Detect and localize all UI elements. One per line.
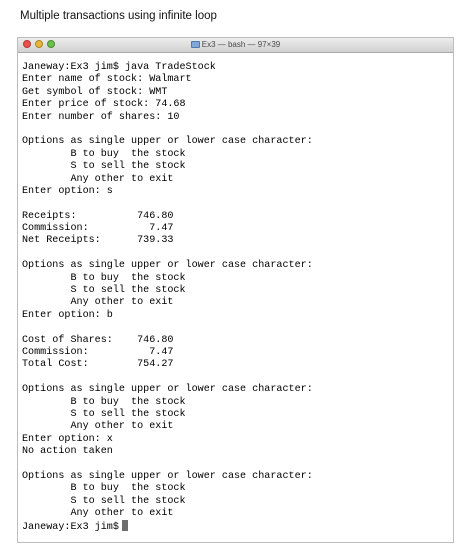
terminal-line-text: S to sell the stock	[22, 285, 186, 297]
terminal-line-text: Options as single upper or lower case ch…	[22, 384, 313, 396]
terminal-line: B to buy the stock	[22, 273, 453, 285]
terminal-line: Enter number of shares: 10	[22, 112, 453, 124]
terminal-line-text: Any other to exit	[22, 297, 174, 309]
terminal-line-text: Enter number of shares: 10	[22, 111, 180, 123]
window-title-container: Ex3 — bash — 97×39	[18, 39, 453, 51]
terminal-line: Any other to exit	[22, 174, 453, 186]
terminal-line: Enter option: s	[22, 186, 453, 198]
terminal-line-text: B to buy the stock	[22, 396, 186, 408]
terminal-line-text: Janeway:Ex3 jim$	[22, 522, 119, 534]
terminal-line: S to sell the stock	[22, 496, 453, 508]
terminal-line-text: B to buy the stock	[22, 148, 186, 160]
terminal-line-text: Options as single upper or lower case ch…	[22, 136, 313, 148]
terminal-output[interactable]: Janeway:Ex3 jim$ java TradeStock Enter na…	[18, 53, 453, 533]
terminal-window: Ex3 — bash — 97×39 Janeway:Ex3 jim$ java…	[17, 37, 454, 543]
caption: Multiple transactions using infinite loo…	[20, 10, 217, 22]
terminal-line: Janeway:Ex3 jim$	[22, 520, 453, 534]
terminal-line-text: B to buy the stock	[22, 483, 186, 495]
terminal-line-text: Net Receipts: 739.33	[22, 235, 174, 247]
terminal-line: Options as single upper or lower case ch…	[22, 136, 453, 148]
terminal-line-text: Any other to exit	[22, 173, 174, 185]
terminal-line: Total Cost: 754.27	[22, 359, 453, 371]
terminal-line-text: S to sell the stock	[22, 495, 186, 507]
terminal-line-text: Enter name of stock: Walmart	[22, 74, 192, 86]
terminal-line-text: Options as single upper or lower case ch…	[22, 260, 313, 272]
terminal-line-text: Enter option: s	[22, 185, 113, 197]
terminal-line: S to sell the stock	[22, 409, 453, 421]
terminal-line: Enter name of stock: Walmart	[22, 74, 453, 86]
terminal-line: Options as single upper or lower case ch…	[22, 471, 453, 483]
terminal-line: Commission: 7.47	[22, 223, 453, 235]
terminal-line: Enter price of stock: 74.68	[22, 99, 453, 111]
terminal-line-text: Enter option: b	[22, 309, 113, 321]
terminal-line: Net Receipts: 739.33	[22, 235, 453, 247]
terminal-line-text: No action taken	[22, 446, 113, 458]
terminal-line-text: Enter price of stock: 74.68	[22, 99, 186, 111]
terminal-line-text: Receipts: 746.80	[22, 210, 174, 222]
terminal-line-text: Total Cost: 754.27	[22, 359, 174, 371]
terminal-line: Enter option: x	[22, 434, 453, 446]
terminal-line-text: Commission: 7.47	[22, 346, 174, 358]
terminal-line: S to sell the stock	[22, 161, 453, 173]
terminal-line-text: Janeway:Ex3 jim$ java TradeStock	[22, 62, 216, 73]
terminal-line-text: Get symbol of stock: WMT	[22, 86, 168, 98]
terminal-line: Janeway:Ex3 jim$ java TradeStock	[22, 62, 453, 74]
terminal-line: Commission: 7.47	[22, 347, 453, 359]
terminal-line-text: Commission: 7.47	[22, 223, 174, 235]
cursor	[121, 520, 128, 532]
terminal-line: B to buy the stock	[22, 483, 453, 495]
terminal-line: Any other to exit	[22, 297, 453, 309]
terminal-line-text: S to sell the stock	[22, 408, 186, 420]
terminal-line: Any other to exit	[22, 508, 453, 520]
terminal-line: Cost of Shares: 746.80	[22, 335, 453, 347]
terminal-line: Get symbol of stock: WMT	[22, 87, 453, 99]
terminal-line: No action taken	[22, 446, 453, 458]
window-title: Ex3 — bash — 97×39	[201, 40, 281, 49]
terminal-line: B to buy the stock	[22, 149, 453, 161]
terminal-line: Any other to exit	[22, 421, 453, 433]
terminal-line-text: Options as single upper or lower case ch…	[22, 470, 313, 482]
terminal-line-text: Any other to exit	[22, 421, 174, 433]
terminal-line: Enter option: b	[22, 310, 453, 322]
terminal-line-text: Any other to exit	[22, 508, 174, 520]
terminal-line-text: S to sell the stock	[22, 161, 186, 173]
terminal-line: S to sell the stock	[22, 285, 453, 297]
terminal-line-text: Enter option: x	[22, 433, 113, 445]
folder-icon	[190, 41, 200, 48]
title-bar[interactable]: Ex3 — bash — 97×39	[18, 38, 453, 53]
terminal-line: Options as single upper or lower case ch…	[22, 260, 453, 272]
terminal-line: B to buy the stock	[22, 397, 453, 409]
terminal-line: Receipts: 746.80	[22, 211, 453, 223]
terminal-line-text: B to buy the stock	[22, 272, 186, 284]
terminal-line: Options as single upper or lower case ch…	[22, 384, 453, 396]
terminal-line-text: Cost of Shares: 746.80	[22, 334, 174, 346]
